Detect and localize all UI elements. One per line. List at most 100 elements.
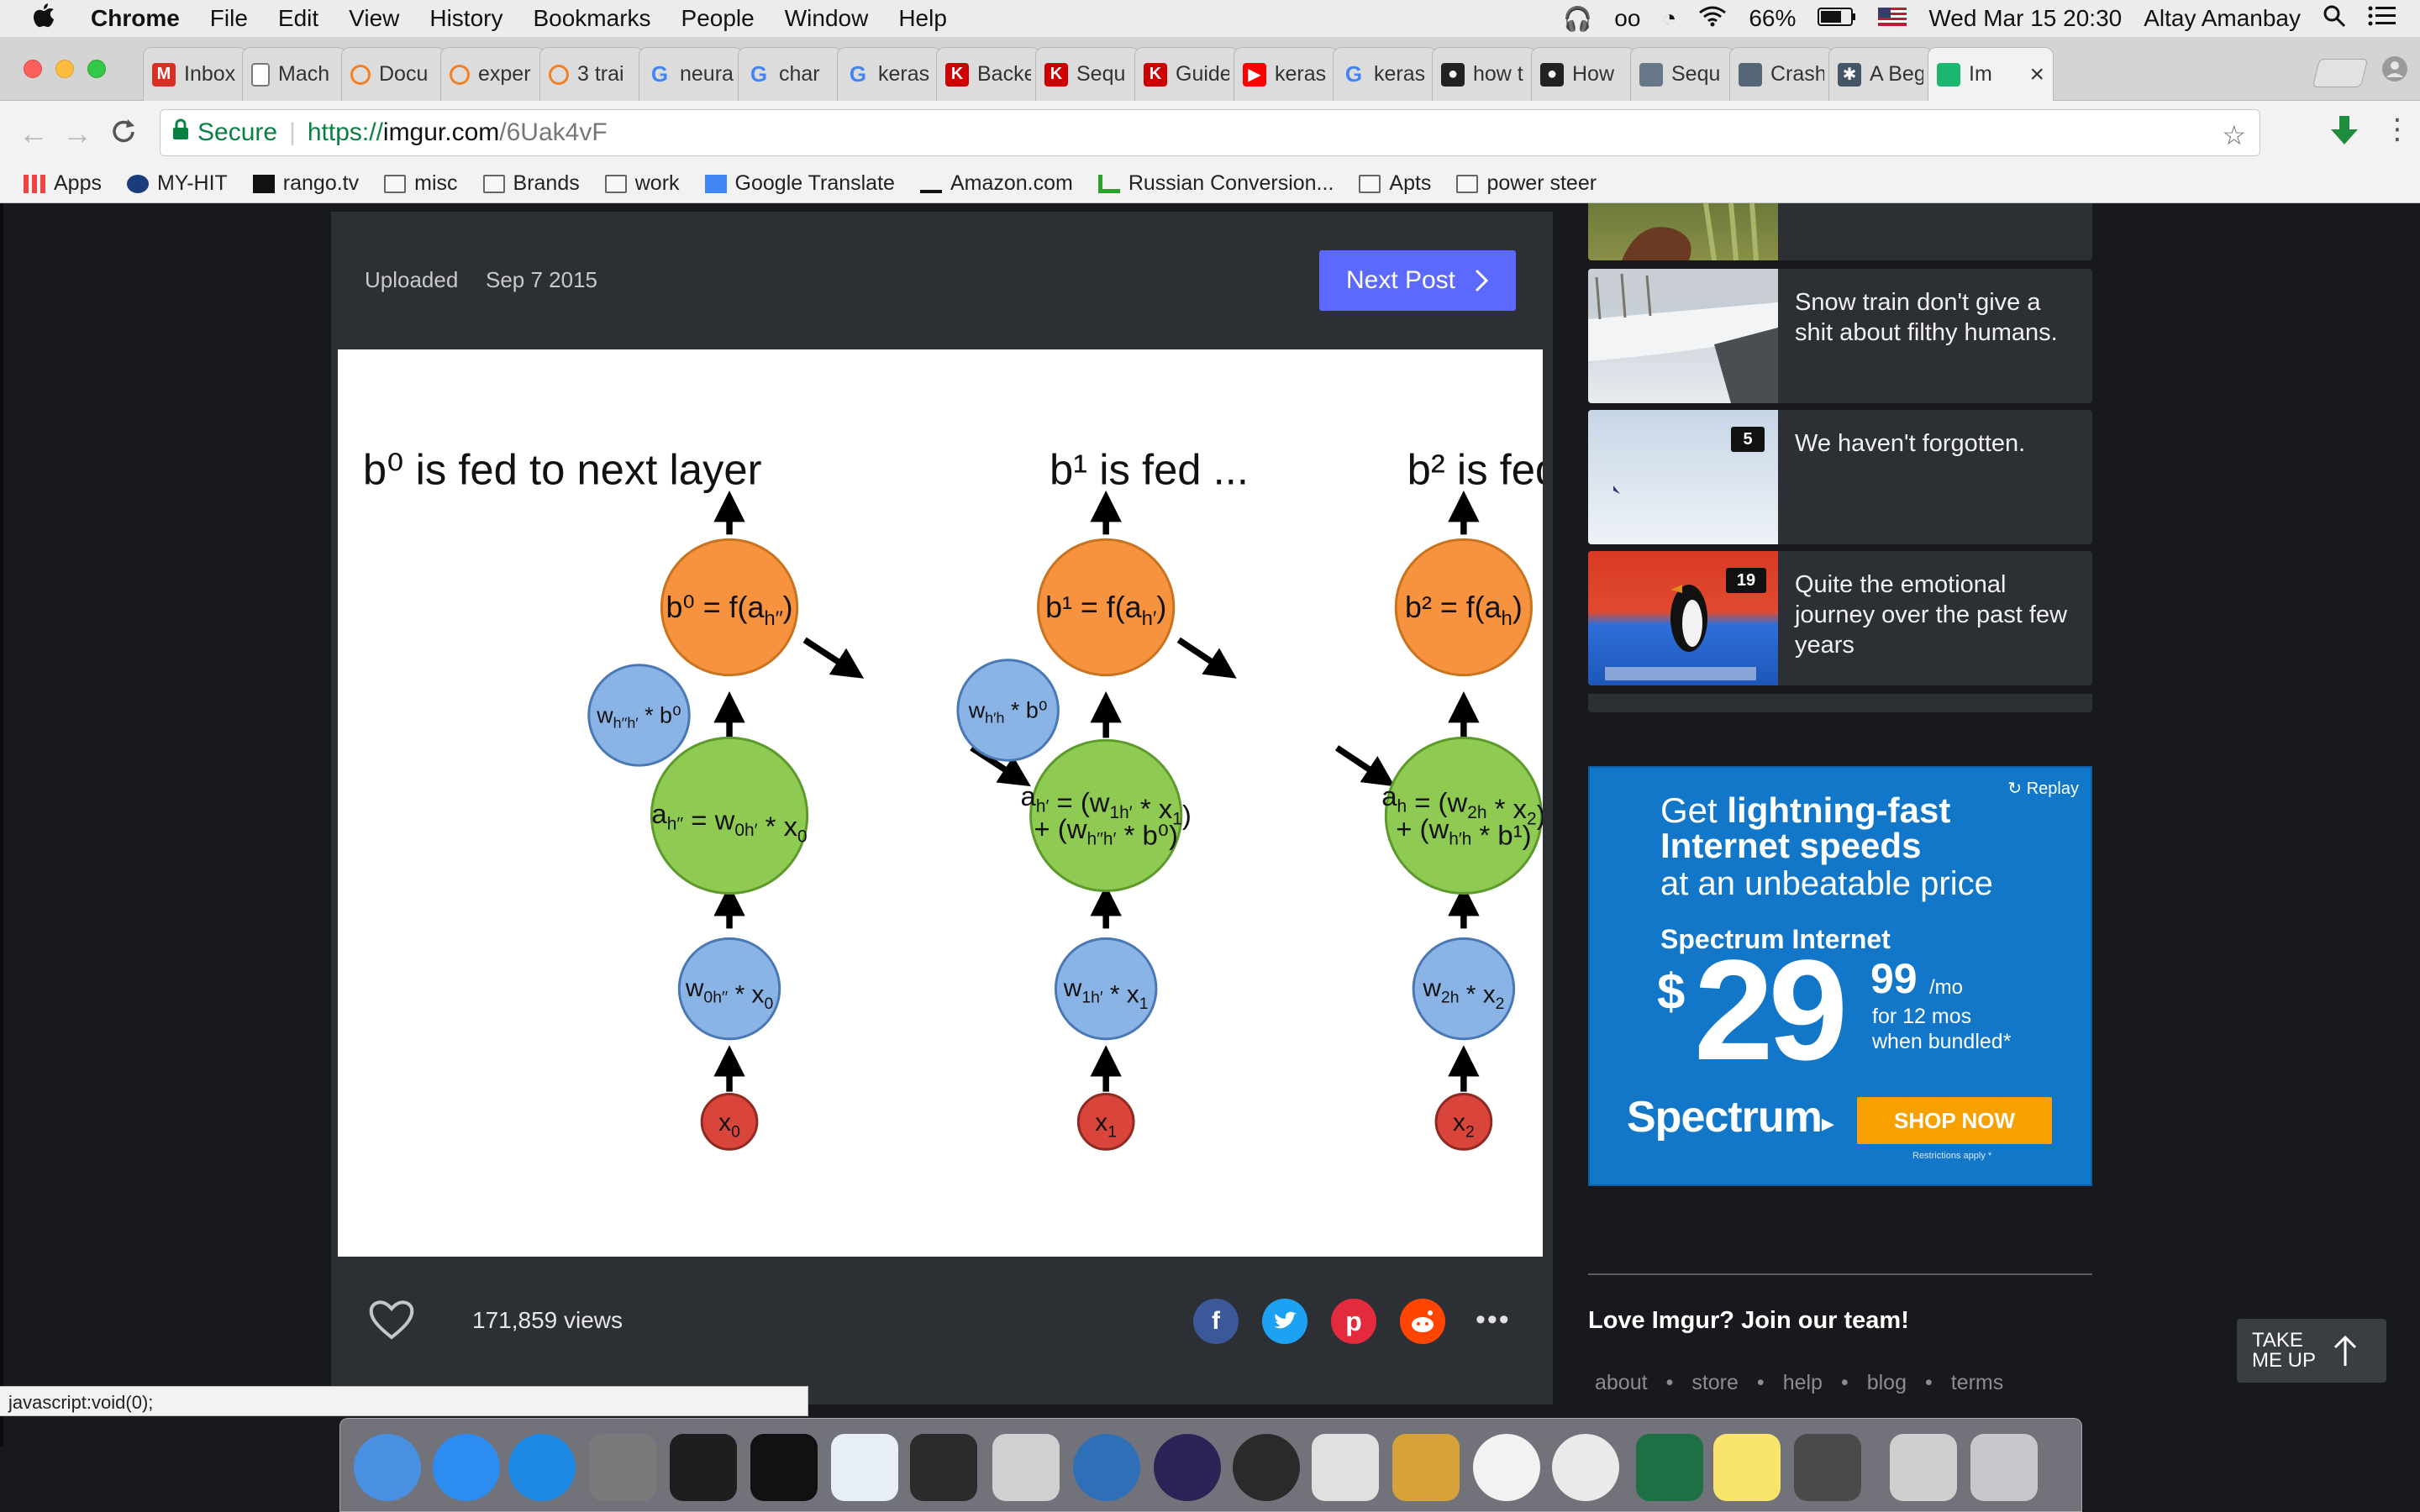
tab[interactable]: M Inbox <box>143 47 247 101</box>
ad-shop-now-button[interactable]: SHOP NOW <box>1857 1097 2052 1144</box>
bookmark-item[interactable]: Apps <box>24 171 102 196</box>
tableau-icon[interactable] <box>831 1434 898 1501</box>
tab-close-icon[interactable]: × <box>2029 60 2044 89</box>
bookmark-item[interactable]: Russian Conversion... <box>1097 171 1334 196</box>
bookmark-item[interactable]: Google Translate <box>704 171 895 196</box>
menu-file[interactable]: File <box>210 5 248 32</box>
menu-history[interactable]: History <box>429 5 502 32</box>
spotlight-search-icon[interactable] <box>2323 4 2346 34</box>
safari-icon[interactable] <box>433 1434 500 1501</box>
footer-link-terms[interactable]: terms <box>1951 1371 2004 1395</box>
forward-arrow-icon[interactable]: → <box>62 116 92 151</box>
bookmark-item[interactable]: misc <box>384 171 458 196</box>
r-icon[interactable] <box>1073 1434 1140 1501</box>
system-preferences-icon[interactable] <box>589 1434 656 1501</box>
sidebar-card-2[interactable]: 5 We haven't forgotten. <box>1588 410 2092 544</box>
tab[interactable]: Gchar <box>738 47 842 101</box>
take-me-up-button[interactable]: TAKE ME UP <box>2237 1319 2386 1383</box>
tab[interactable]: K Sequ <box>1035 47 1139 101</box>
menu-app-name[interactable]: Chrome <box>91 5 180 32</box>
glasses-icon[interactable]: oo <box>1614 5 1640 32</box>
battery-icon[interactable] <box>1818 5 1856 32</box>
tab[interactable]: Mach <box>242 47 346 101</box>
notes-icon[interactable] <box>1713 1434 1781 1501</box>
new-tab-button[interactable] <box>2312 59 2369 87</box>
tab[interactable]: ▶ keras <box>1234 47 1338 101</box>
us-flag-icon[interactable] <box>1878 5 1907 32</box>
menu-help[interactable]: Help <box>898 5 947 32</box>
tab[interactable]: Docu <box>341 47 445 101</box>
eclipse-icon[interactable] <box>1154 1434 1221 1501</box>
bookmark-item[interactable]: Apts <box>1359 171 1431 196</box>
window-close-button[interactable] <box>24 60 42 78</box>
sidebar-card-1[interactable]: Snow train don't give a shit about filth… <box>1588 269 2092 403</box>
back-arrow-icon[interactable]: ← <box>18 116 49 151</box>
sidebar-card-partial[interactable] <box>1588 203 2092 260</box>
chrome-menu-icon[interactable]: ⋮ <box>2383 113 2412 146</box>
tab[interactable]: 3 trai <box>539 47 644 101</box>
bookmark-item[interactable]: work <box>604 171 680 196</box>
join-team-link[interactable]: Love Imgur? Join our team! <box>1588 1307 1909 1335</box>
xquartz-icon[interactable] <box>992 1434 1060 1501</box>
footer-link-store[interactable]: store <box>1691 1371 1739 1395</box>
bookmark-item[interactable]: rango.tv <box>252 171 359 196</box>
post-image-rnn-diagram[interactable]: b⁰ is fed to next layer b¹ is fed ... b² i… <box>338 349 1595 1257</box>
tab[interactable]: ✱ A Beg <box>1828 47 1933 101</box>
reddit-share-icon[interactable] <box>1400 1299 1445 1344</box>
notification-center-icon[interactable] <box>2368 5 2396 33</box>
sublime-icon[interactable] <box>1794 1434 1861 1501</box>
tab[interactable]: Sequ <box>1630 47 1734 101</box>
facebook-share-icon[interactable]: f <box>1193 1299 1239 1344</box>
finder-icon[interactable] <box>354 1434 421 1501</box>
app-store-icon[interactable] <box>508 1434 576 1501</box>
footer-link-blog[interactable]: blog <box>1867 1371 1907 1395</box>
more-options-icon[interactable]: ••• <box>1476 1304 1511 1336</box>
bookmark-star-icon[interactable]: ☆ <box>2222 119 2246 151</box>
slides-icon[interactable] <box>1312 1434 1379 1501</box>
menubar-datetime[interactable]: Wed Mar 15 20:30 <box>1928 5 2122 32</box>
beaver-icon[interactable] <box>1473 1434 1540 1501</box>
chrome-icon[interactable] <box>1552 1434 1619 1501</box>
trash-icon[interactable] <box>1970 1434 2038 1501</box>
pinterest-share-icon[interactable]: p <box>1331 1299 1376 1344</box>
excel-icon[interactable] <box>1636 1434 1703 1501</box>
sync-icon[interactable]: ◔ <box>1662 5 1676 32</box>
bookmark-item[interactable]: power steer <box>1456 171 1597 196</box>
headphones-icon[interactable]: 🎧 <box>1563 5 1592 33</box>
menubar-user[interactable]: Altay Amanbay <box>2144 5 2301 32</box>
menu-edit[interactable]: Edit <box>278 5 318 32</box>
battery-percent[interactable]: 66% <box>1749 5 1796 32</box>
tab[interactable]: Crash <box>1729 47 1833 101</box>
bookmark-item[interactable]: Amazon.com <box>919 171 1073 196</box>
window-minimize-button[interactable] <box>55 60 74 78</box>
profile-icon[interactable] <box>2381 55 2408 87</box>
wifi-icon[interactable] <box>1698 5 1727 33</box>
sidebar-card-partial-bottom[interactable] <box>1588 694 2092 712</box>
sequel-icon[interactable] <box>1392 1434 1460 1501</box>
window-zoom-button[interactable] <box>87 60 106 78</box>
tab[interactable]: Gkeras <box>837 47 941 101</box>
tab[interactable]: K Backe <box>936 47 1040 101</box>
twitter-share-icon[interactable] <box>1262 1299 1307 1344</box>
activity-monitor-icon[interactable] <box>910 1434 977 1501</box>
tab[interactable]: Gneura <box>639 47 743 101</box>
footer-link-about[interactable]: about <box>1595 1371 1648 1395</box>
favorite-heart-icon[interactable] <box>368 1299 415 1345</box>
menu-view[interactable]: View <box>349 5 399 32</box>
apple-menu-icon[interactable] <box>32 2 55 36</box>
terminal-icon[interactable] <box>670 1434 737 1501</box>
reload-icon[interactable] <box>109 118 138 150</box>
tab[interactable]: ● how t <box>1432 47 1536 101</box>
terminal-dollar-icon[interactable] <box>750 1434 818 1501</box>
documents-icon[interactable] <box>1890 1434 1957 1501</box>
sidebar-card-3[interactable]: 19 Quite the emotional journey over the … <box>1588 551 2092 685</box>
bookmark-item[interactable]: MY-HIT <box>126 171 228 196</box>
footer-link-help[interactable]: help <box>1783 1371 1823 1395</box>
menu-people[interactable]: People <box>681 5 755 32</box>
menu-bookmarks[interactable]: Bookmarks <box>533 5 650 32</box>
address-bar[interactable]: Secure | https:// imgur.com /6Uak4vF ☆ <box>160 109 2260 156</box>
tab[interactable]: Im × <box>1928 47 2054 101</box>
spectrum-ad[interactable]: ↻ Replay Get lightning-fast Internet spe… <box>1588 766 2092 1186</box>
download-arrow-icon[interactable] <box>2329 114 2360 152</box>
menu-window[interactable]: Window <box>785 5 869 32</box>
